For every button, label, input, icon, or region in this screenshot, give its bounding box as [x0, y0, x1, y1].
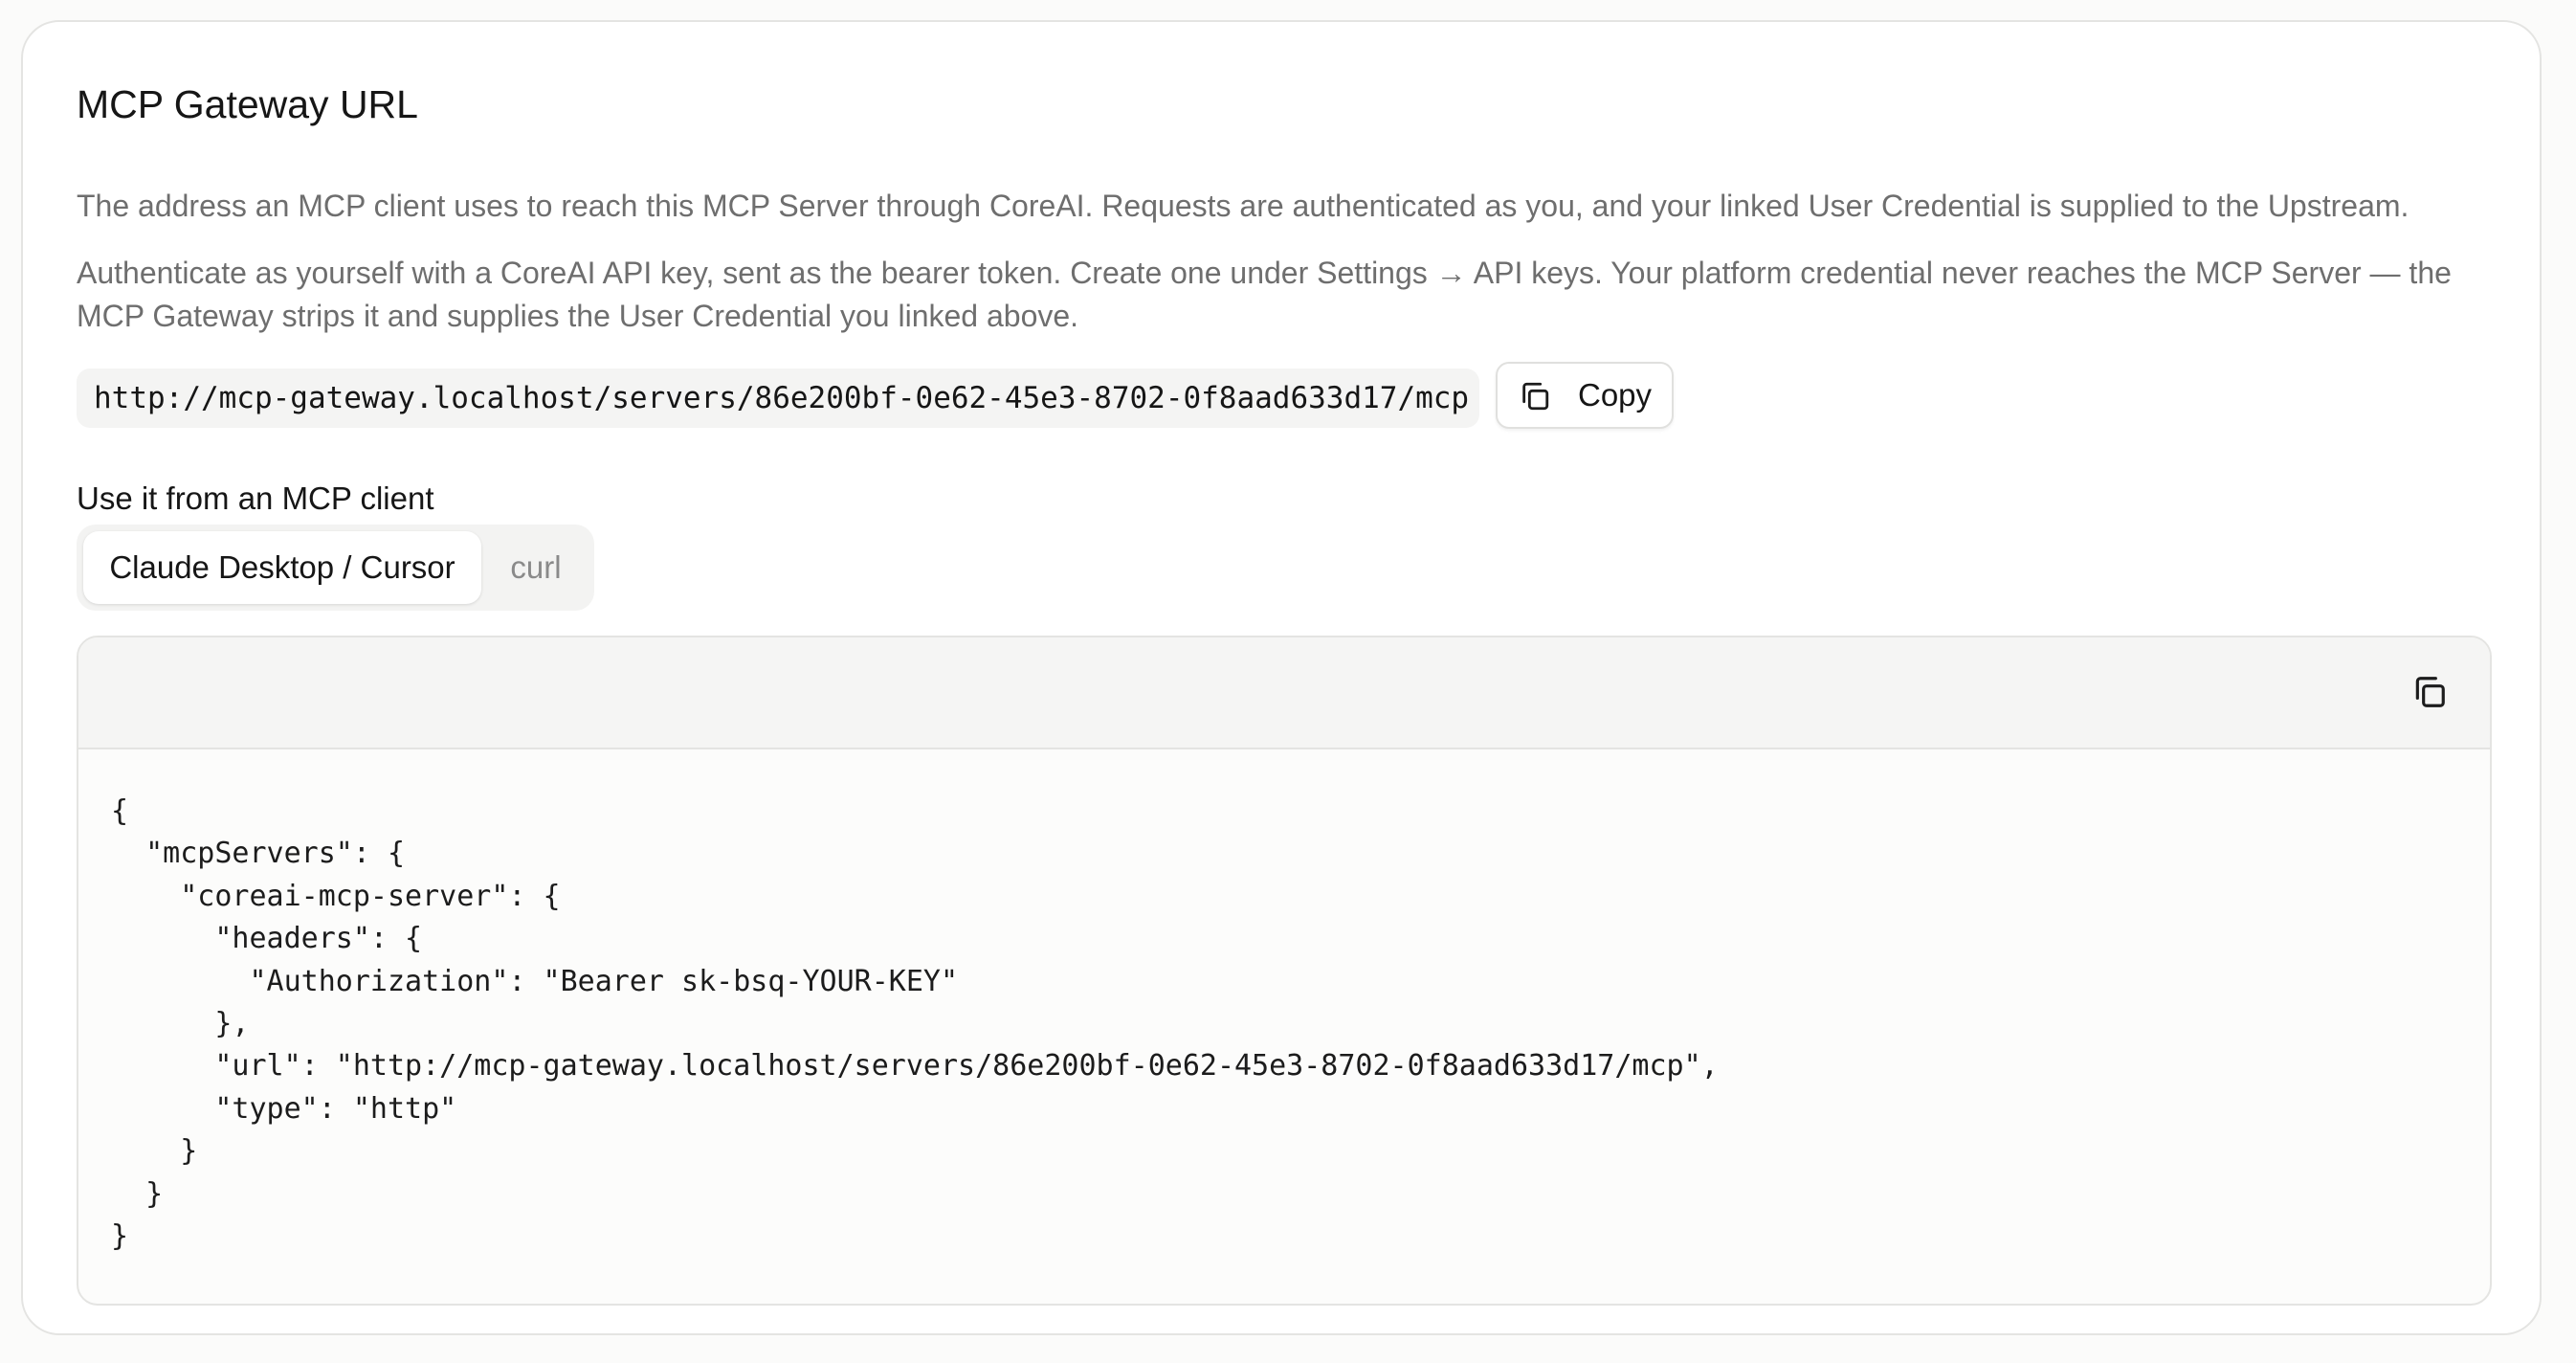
section-description: The address an MCP client uses to reach …: [77, 189, 2409, 223]
copy-button-label: Copy: [1578, 377, 1653, 413]
tab-curl[interactable]: curl: [488, 531, 584, 604]
section-title: MCP Gateway URL: [77, 82, 418, 126]
tab-claude-desktop-cursor[interactable]: Claude Desktop / Cursor: [83, 531, 481, 604]
gateway-url-card: MCP Gateway URL The address an MCP clien…: [21, 20, 2542, 1335]
copy-url-button[interactable]: Copy: [1496, 362, 1674, 429]
auth-description: Authenticate as yourself with a CoreAI A…: [77, 256, 2452, 333]
gateway-url-field[interactable]: http://mcp-gateway.localhost/servers/86e…: [77, 369, 1479, 428]
client-tabs: Claude Desktop / Cursor curl: [77, 525, 594, 611]
config-code: { "mcpServers": { "coreai-mcp-server": {…: [111, 794, 1719, 1254]
config-code-block: { "mcpServers": { "coreai-mcp-server": {…: [77, 636, 2492, 1306]
copy-icon: [1522, 382, 1549, 411]
client-usage-heading: Use it from an MCP client: [77, 480, 434, 516]
copy-code-icon[interactable]: [2411, 674, 2448, 710]
code-block-header: [78, 637, 2490, 749]
